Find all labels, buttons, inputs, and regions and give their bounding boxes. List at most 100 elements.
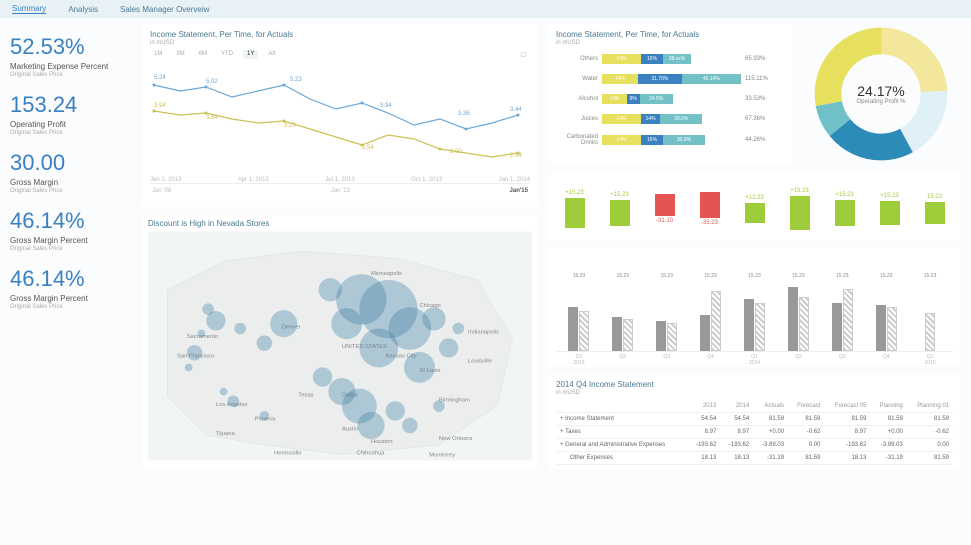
kpi[interactable]: 46.14% Gross Margin Percent Original Sal… — [10, 208, 132, 252]
wf-col[interactable]: -31.10 — [646, 194, 683, 224]
bc-xtick: Q2 — [779, 354, 817, 366]
bc-xtick: Q3 — [648, 354, 686, 366]
bc-col[interactable]: 15.23 — [560, 273, 598, 351]
bar-compare-xaxis: Q12013Q2Q3Q4Q12014Q2Q3Q4Q12015 — [556, 352, 953, 366]
bc-value: 15.23 — [573, 273, 586, 279]
bc-bar-b — [623, 319, 633, 351]
us-map[interactable]: UNITED STATES Sacramento San Francisco L… — [148, 228, 532, 464]
wf-bar — [790, 196, 810, 230]
bc-bars — [700, 281, 721, 351]
table-cell: 81.59 — [824, 413, 870, 426]
kpi[interactable]: 30.00 Gross Margin Original Sales Price — [10, 150, 132, 194]
wf-col[interactable]: +15.23 — [601, 192, 638, 226]
bc-col[interactable]: 15.23 — [692, 273, 730, 351]
table-cell: 8.97 — [824, 426, 870, 439]
table-header[interactable]: Planning — [870, 400, 906, 413]
bc-xtick: Q12015 — [911, 354, 949, 366]
table-row[interactable]: + Taxes8.978.97+0.00-0.628.97+0.00-0.62 — [556, 426, 953, 439]
wf-col[interactable]: +15.23 — [556, 190, 593, 228]
bc-col[interactable]: 15.23 — [648, 273, 686, 351]
range-all[interactable]: All — [264, 50, 279, 59]
stacked-row[interactable]: Juices14%14%30.0%67.36% — [556, 114, 785, 124]
range-ytd[interactable]: YTD — [217, 50, 237, 59]
range-6m[interactable]: 6M — [195, 50, 211, 59]
wf-value: 15.23 — [927, 194, 942, 200]
range-1m[interactable]: 1M — [150, 50, 166, 59]
x-tick: Jul 1, 2013 — [325, 177, 354, 183]
income-table[interactable]: 20132014ActualsForecastForecast 05Planni… — [556, 400, 953, 465]
stacked-row[interactable]: Carbonated Drinks14%16%30.0%44.26% — [556, 134, 785, 146]
table-cell: -31.19 — [870, 452, 906, 465]
stacked-row[interactable]: Water14%31.70%46.14%115.11% — [556, 74, 785, 84]
bc-bars — [925, 281, 935, 351]
tab-sales-manager[interactable]: Sales Manager Overveiw — [120, 5, 209, 14]
range-3m[interactable]: 3M — [172, 50, 188, 59]
table-row[interactable]: + Income Statement54.5454.5481.5981.5981… — [556, 413, 953, 426]
line-chart[interactable]: 5.24 5.02 5.23 3.94 3.36 3.44 3.94 3.84 … — [150, 65, 530, 175]
kpi[interactable]: 153.24 Operating Profit Original Sales P… — [10, 92, 132, 136]
bc-xtick: Q4 — [867, 354, 905, 366]
svg-text:Chihuahua: Chihuahua — [356, 451, 385, 457]
table-row[interactable]: + General and Administrative Expenses -19… — [556, 439, 953, 452]
bc-bar-a — [568, 307, 578, 351]
table-header[interactable]: 2014 — [720, 400, 753, 413]
wf-col[interactable]: +15.23 — [826, 192, 863, 226]
bc-col[interactable]: 15.23 — [604, 273, 642, 351]
table-cell: + General and Administrative Expenses — [556, 439, 687, 452]
bc-col[interactable]: 15.23 — [779, 273, 817, 351]
wf-col[interactable]: +12.23 — [736, 195, 773, 223]
stacked-bars[interactable]: Others14%16%38.xx%65.93% Water14%31.70%46… — [556, 54, 785, 146]
table-cell: -193.62 — [720, 439, 753, 452]
wf-col[interactable]: 15.23 — [916, 194, 953, 224]
wf-col[interactable]: +15.23 — [781, 188, 818, 230]
table-row[interactable]: Other Expenses18.1318.13-31.1981.5918.13… — [556, 452, 953, 465]
tab-bar: Summary Analysis Sales Manager Overveiw — [0, 0, 971, 18]
stacked-row[interactable]: Others14%16%38.xx%65.93% — [556, 54, 785, 64]
table-header[interactable]: Actuals — [753, 400, 788, 413]
donut-label: Operating Profit % — [856, 99, 905, 105]
kpi[interactable]: 46.14% Gross Margin Percent Original Sal… — [10, 266, 132, 310]
svg-text:5.23: 5.23 — [290, 77, 302, 83]
table-cell: 8.97 — [687, 426, 720, 439]
tab-summary[interactable]: Summary — [12, 4, 46, 14]
time-brush[interactable]: Jan '08 Jan '13 Jan'15 — [150, 183, 530, 203]
table-header[interactable]: Planning 01 — [907, 400, 953, 413]
waterfall-card: +15.23+15.23-31.10-35.23+12.23+15.23+15.… — [548, 172, 961, 240]
card-title: Discount is High in Nevada Stores — [148, 219, 532, 228]
svg-text:3.94: 3.94 — [380, 103, 392, 109]
bc-col[interactable]: 15.23 — [736, 273, 774, 351]
table-header[interactable] — [556, 400, 687, 413]
table-header[interactable]: Forecast — [788, 400, 824, 413]
bc-bars — [832, 281, 853, 351]
range-1y[interactable]: 1Y — [243, 50, 258, 59]
wf-value: -31.10 — [656, 218, 673, 224]
bc-col[interactable]: 15.23 — [823, 273, 861, 351]
bc-bar-b — [667, 323, 677, 351]
wf-col[interactable]: -35.23 — [691, 192, 728, 226]
table-cell: 81.59 — [788, 452, 824, 465]
bc-col[interactable]: 15.23 — [867, 273, 905, 351]
tab-analysis[interactable]: Analysis — [68, 5, 98, 14]
stacked-label: Carbonated Drinks — [556, 134, 598, 146]
kpi[interactable]: 52.53% Marketing Expense Percent Origina… — [10, 34, 132, 78]
bc-col[interactable]: 15.23 — [911, 273, 949, 351]
range-custom-icon[interactable]: ▢ — [516, 50, 530, 59]
table-header[interactable]: 2013 — [687, 400, 720, 413]
table-header[interactable]: Forecast 05 — [824, 400, 870, 413]
stacked-seg: 9% — [627, 94, 640, 104]
table-cell: 81.59 — [753, 413, 788, 426]
table-cell: 0.00 — [788, 439, 824, 452]
table-cell: -3.89.03 — [753, 439, 788, 452]
brush-tick: Jan '13 — [331, 188, 350, 203]
stacked-seg: 38.xx% — [663, 54, 691, 64]
stacked-row[interactable]: Alcohol14%9%24.5%33.53% — [556, 94, 785, 104]
donut-chart[interactable]: 24.17% Operating Profit % — [811, 24, 951, 164]
waterfall-chart[interactable]: +15.23+15.23-31.10-35.23+12.23+15.23+15.… — [556, 176, 953, 236]
bc-xtick: Q3 — [823, 354, 861, 366]
kpi-column: 52.53% Marketing Expense Percent Origina… — [10, 24, 132, 469]
svg-text:Houston: Houston — [371, 439, 393, 445]
bc-bar-a — [788, 287, 798, 351]
bc-bars — [612, 281, 633, 351]
wf-col[interactable]: +15.23 — [871, 193, 908, 225]
bar-compare-chart[interactable]: 15.2315.2315.2315.2315.2315.2315.2315.23… — [556, 252, 953, 352]
